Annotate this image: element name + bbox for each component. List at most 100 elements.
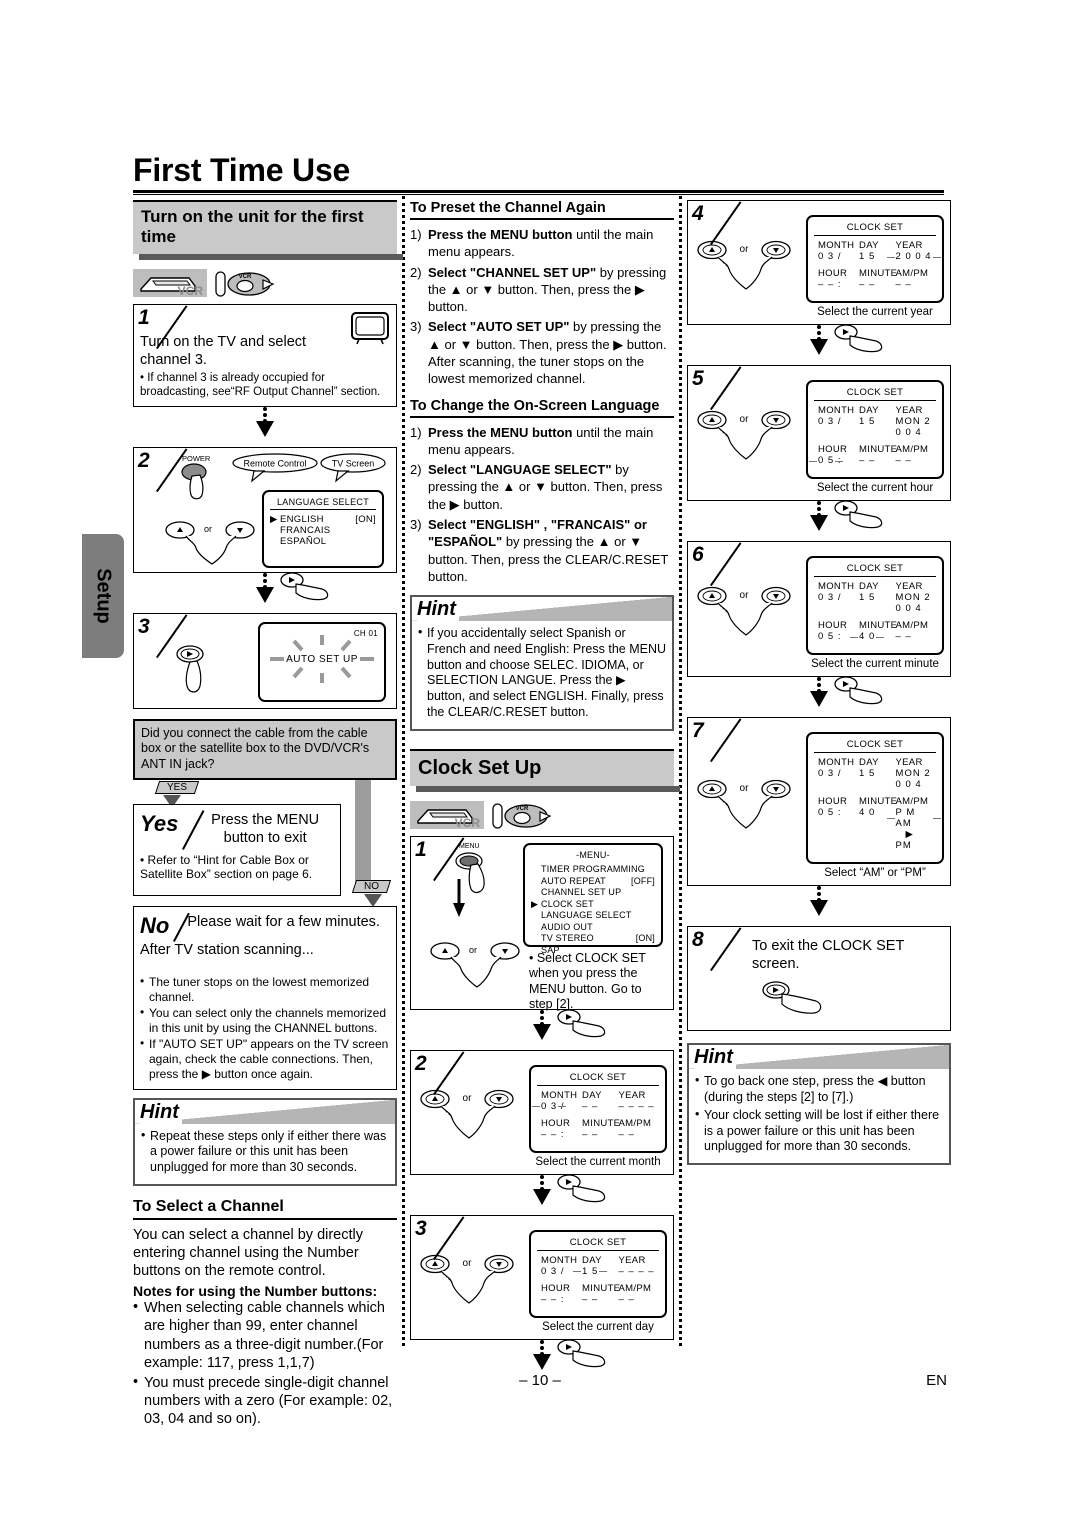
osd-value-day: 1 5 [859, 592, 893, 614]
procedure-bold: Select "CHANNEL SET UP" [428, 264, 597, 280]
select-channel-block: To Select a Channel You can select a cha… [133, 1198, 397, 1428]
osd-value: 1 5 [859, 592, 876, 603]
osd-value-day: – – [582, 1101, 616, 1112]
osd-menu-item: ▶ CLOCK SET [531, 899, 655, 911]
step-slash [156, 617, 190, 657]
press-play-icon [555, 1173, 611, 1212]
no-text: Please wait for a few minutes. [187, 913, 380, 930]
osd-value-hour: 0 5 : [818, 807, 842, 818]
updown-buttons-icon: or [420, 1089, 514, 1139]
no-label: No [140, 912, 170, 938]
step-slash [433, 1054, 467, 1094]
osd-clock-set: CLOCK SET MONTH DAY YEAR 0 3 / 1 5 2 0 0… [806, 215, 944, 303]
osd-label-hour: HOUR [818, 268, 848, 279]
clock-step-box-8: 8 To exit the CLOCK SET screen. [687, 926, 951, 1032]
osd-menu-item: ESPAÑOL [270, 536, 376, 547]
step-number: 8 [692, 928, 704, 951]
step-number: 3 [138, 614, 150, 638]
manual-page: First Time Use Setup Turn on the unit fo… [0, 0, 1080, 1528]
osd-value-month: 0 3 / [818, 251, 842, 262]
osd-label-day: DAY [582, 1254, 602, 1266]
press-play-icon [832, 323, 888, 362]
osd-date-values: 0 3 / 1 5 MON 2 0 0 4 [814, 768, 936, 790]
osd-time-values: – – : – – – – [814, 279, 936, 290]
osd-value-month: 0 3 / [531, 1100, 567, 1112]
osd-menu-item: LANGUAGE SELECT [531, 910, 655, 922]
osd-title: CLOCK SET [814, 563, 936, 577]
svg-text:VCR: VCR [239, 274, 252, 280]
procedure-number: 2) [410, 264, 422, 280]
list-item: To go back one step, press the ◀ button … [695, 1073, 943, 1106]
flow-arrow-2 [133, 571, 397, 613]
osd-menu-item: AUDIO OUT [531, 922, 655, 934]
osd-auto-set-up-text: AUTO SET UP [266, 635, 378, 684]
osd-label-ampm: AM/PM [895, 268, 929, 279]
section-header-clock-set-up: Clock Set Up [410, 748, 680, 792]
osd-time-values: 0 5 : – – – – [808, 455, 936, 466]
step-caption: Select the current year [817, 306, 933, 318]
hint-bullet-list: Repeat these steps only if either there … [141, 1128, 389, 1176]
osd-label-year: YEAR [618, 1254, 646, 1266]
svg-text:or: or [740, 414, 750, 425]
osd-value-ampm-selected: ▶ PM [895, 829, 914, 851]
osd-label-month: MONTH [818, 757, 855, 768]
select-channel-body: You can select a channel by directly ent… [133, 1226, 363, 1280]
osd-value: – – – – [618, 1100, 655, 1112]
procedure-number: 3) [410, 319, 422, 335]
osd-item-label: ESPAÑOL [280, 535, 327, 547]
yes-box: Yes Press the MENU button to exit • Refe… [133, 803, 341, 896]
osd-language-select: LANGUAGE SELECT ▶ ENGLISH [ON] FRANCAIS ESPA… [262, 489, 384, 568]
step-number: 5 [692, 367, 704, 390]
osd-label-minute: MINUTE [859, 444, 898, 455]
osd-value-ampm: – – [619, 1129, 655, 1140]
flow-arrow-4 [410, 1173, 674, 1215]
osd-date-labels: MONTH DAY YEAR [537, 1255, 659, 1266]
procedure-bold: Press the MENU button [428, 227, 573, 242]
step-caption: Select the current day [542, 1320, 654, 1333]
no-branch: NO [351, 876, 392, 907]
hint-label: Hint [694, 1046, 736, 1070]
osd-item-value: [OFF] [631, 875, 655, 886]
list-item: Your clock setting will be lost if eithe… [695, 1107, 943, 1155]
procedure-bold: Select "AUTO SET UP" [428, 319, 570, 335]
osd-value-day: 1 5 [859, 416, 893, 438]
preset-channel-heading: To Preset the Channel Again [410, 200, 674, 220]
osd-date-values: 0 3 / – – – – – – [531, 1100, 659, 1112]
updown-buttons-icon: or [697, 779, 791, 829]
step-slash [156, 308, 190, 348]
osd-date-labels: MONTH DAY YEAR [537, 1090, 659, 1101]
step-slash [710, 204, 744, 244]
procedure-bold: Press the MENU button [428, 424, 573, 440]
osd-label-ampm: AM/PM [618, 1282, 652, 1294]
osd-item-label: LANGUAGE SELECT [541, 910, 632, 921]
svg-text:or: or [740, 244, 750, 255]
no-tag: NO [351, 879, 392, 893]
osd-label-minute: MINUTE [859, 620, 898, 631]
osd-value-hour: – – : [541, 1293, 565, 1305]
procedure-item: 2) Select "LANGUAGE SELECT" by pressing t… [410, 461, 674, 513]
section-header-turn-on: Turn on the unit for the first time [133, 200, 403, 260]
osd-value: – – [859, 455, 876, 466]
title-rule [133, 190, 944, 195]
osd-label-hour: HOUR [818, 796, 848, 807]
osd-value-month: 0 3 / [818, 768, 842, 779]
step-8-text: To exit the CLOCK SET screen. [752, 938, 905, 973]
svg-text:VCR: VCR [516, 806, 529, 812]
hint-label: Hint [417, 598, 459, 622]
step-box-1: 1 Turn on the TV and select channel 3. •… [133, 303, 397, 407]
osd-time-labels: HOUR MINUTE AM/PM [814, 796, 936, 807]
svg-text:TV Screen: TV Screen [332, 458, 375, 468]
list-item: If you accidentally select Spanish or Fr… [418, 625, 666, 721]
dvd-icon: VCR [492, 801, 552, 829]
procedure-item: 3) Select "ENGLISH" , "FRANCAIS" or "ESPA… [410, 516, 674, 585]
osd-value: – – [859, 279, 876, 290]
osd-clock-set: CLOCK SET MONTH DAY YEAR 0 3 / 1 5 MON 2… [806, 556, 944, 655]
vcr-icon-label: VCR [454, 815, 480, 830]
osd-label-month: MONTH [818, 581, 855, 592]
hint-bar: Hint [412, 597, 672, 622]
osd-value: 4 0 [859, 807, 876, 818]
flow-arrow-8 [687, 676, 951, 717]
procedure-bold: Select "LANGUAGE SELECT" [428, 462, 612, 478]
flow-arrow-9 [687, 886, 951, 926]
osd-item-label: TV STEREO [541, 933, 594, 944]
